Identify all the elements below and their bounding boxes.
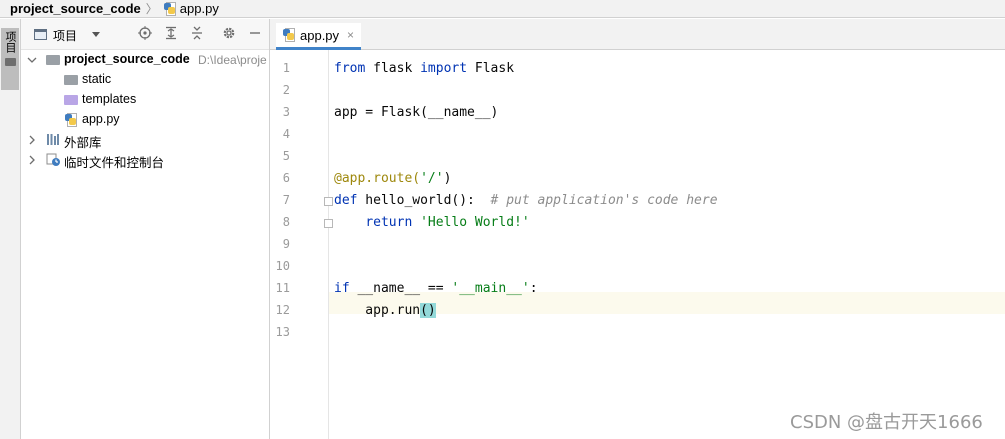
- tab-label: app.py: [300, 27, 340, 43]
- code-line-1: from flask import Flask: [334, 61, 514, 76]
- tab-app-py[interactable]: app.py ×: [276, 23, 361, 50]
- scratches-icon: [46, 153, 61, 170]
- expand-all-icon[interactable]: [163, 26, 179, 42]
- line-number: 6: [282, 171, 290, 185]
- tool-window-stripe: 项目: [0, 19, 21, 439]
- folder-icon: [64, 75, 78, 85]
- line-number: 7: [282, 193, 290, 207]
- tree-item-label: 外部库: [64, 136, 102, 150]
- project-path: D:\Idea\proje: [198, 53, 267, 67]
- code-text: :: [529, 281, 538, 296]
- line-number: 3: [282, 105, 290, 119]
- comment: # put application's code here: [490, 193, 718, 208]
- project-view-icon: [34, 29, 47, 40]
- folder-icon: [4, 58, 16, 66]
- string-literal: 'Hello World!': [420, 215, 530, 230]
- keyword: import: [420, 61, 468, 76]
- code-line-8: return 'Hello World!': [334, 215, 530, 230]
- tree-item-label: app.py: [82, 112, 120, 126]
- python-file-icon: [163, 1, 177, 16]
- template-folder-icon: [64, 95, 78, 105]
- code-area[interactable]: from flask import Flask app = Flask(__na…: [330, 50, 1005, 439]
- project-panel-header: 项目: [21, 19, 269, 50]
- watermark: CSDN @盘古开天1666: [790, 412, 983, 433]
- code-text: Flask: [467, 61, 515, 76]
- code-line-3: app = Flask(__name__): [334, 105, 499, 120]
- line-number: 2: [282, 83, 290, 97]
- python-file-icon: [282, 28, 296, 42]
- folder-icon: [46, 55, 60, 65]
- chevron-down-icon[interactable]: [27, 55, 37, 65]
- line-number: 8: [282, 215, 290, 229]
- line-number: 13: [275, 325, 290, 339]
- chevron-right-icon[interactable]: [27, 155, 37, 165]
- close-icon[interactable]: ×: [347, 28, 354, 42]
- line-number: 10: [275, 259, 290, 273]
- line-number: 11: [275, 281, 290, 295]
- keyword: def: [334, 193, 358, 208]
- code-text: ): [443, 171, 452, 186]
- minimize-icon[interactable]: [247, 26, 263, 42]
- library-icon: [46, 133, 60, 149]
- keyword: from: [334, 61, 366, 76]
- tree-item-label: static: [82, 72, 112, 86]
- tree-item-label: templates: [82, 92, 137, 106]
- project-tool-window-tab[interactable]: 项目: [1, 28, 19, 90]
- line-number: 5: [282, 149, 290, 163]
- breadcrumb-separator: 〉: [145, 2, 158, 16]
- code-line-11: if __name__ == '__main__':: [334, 281, 538, 296]
- breadcrumb-project[interactable]: project_source_code: [10, 1, 141, 16]
- keyword: if: [334, 281, 350, 296]
- keyword: return: [365, 215, 413, 230]
- line-number: 12: [275, 303, 290, 317]
- line-number: 4: [282, 127, 290, 141]
- matched-paren: (): [420, 303, 436, 318]
- breadcrumb-file-label: app.py: [179, 1, 219, 16]
- project-panel: 项目 project_source_code D:\Idea\proje sta…: [21, 19, 270, 439]
- python-file-icon: [64, 113, 78, 127]
- code-line-12: app.run(): [334, 303, 436, 318]
- code-text: hello_world():: [357, 193, 491, 208]
- tree-item-label: 临时文件和控制台: [64, 156, 165, 170]
- code-text: __name__ ==: [349, 281, 452, 296]
- tree-item-label: project_source_code: [64, 52, 190, 66]
- line-number: 1: [282, 61, 290, 75]
- breadcrumb-file[interactable]: app.py: [163, 1, 219, 16]
- code-text: app.run: [334, 303, 421, 318]
- line-number: 9: [282, 237, 290, 251]
- line-number-gutter: 1 2 3 4 5 6 7 8 9 10 11 12 13: [270, 50, 333, 439]
- decorator: @app.route(: [334, 171, 421, 186]
- code-text: flask: [365, 61, 421, 76]
- string-literal: '__main__': [451, 281, 530, 296]
- gear-icon[interactable]: [221, 26, 237, 42]
- collapse-all-icon[interactable]: [189, 26, 205, 42]
- code-line-6: @app.route('/'): [334, 171, 451, 186]
- view-selector[interactable]: 项目: [53, 27, 77, 44]
- code-editor: app.py × 1 2 3 4 5 6 7 8 9 10 11 12 13 f…: [270, 19, 1005, 439]
- code-line-7: def hello_world(): # put application's c…: [334, 193, 718, 208]
- editor-tab-bar: app.py ×: [270, 19, 1005, 50]
- project-tab-label: 项目: [4, 31, 17, 53]
- target-icon[interactable]: [137, 26, 153, 42]
- chevron-down-icon[interactable]: [92, 32, 100, 37]
- string-literal: '/': [420, 171, 444, 186]
- chevron-right-icon[interactable]: [27, 135, 37, 145]
- breadcrumb: project_source_code 〉 app.py: [0, 0, 1005, 18]
